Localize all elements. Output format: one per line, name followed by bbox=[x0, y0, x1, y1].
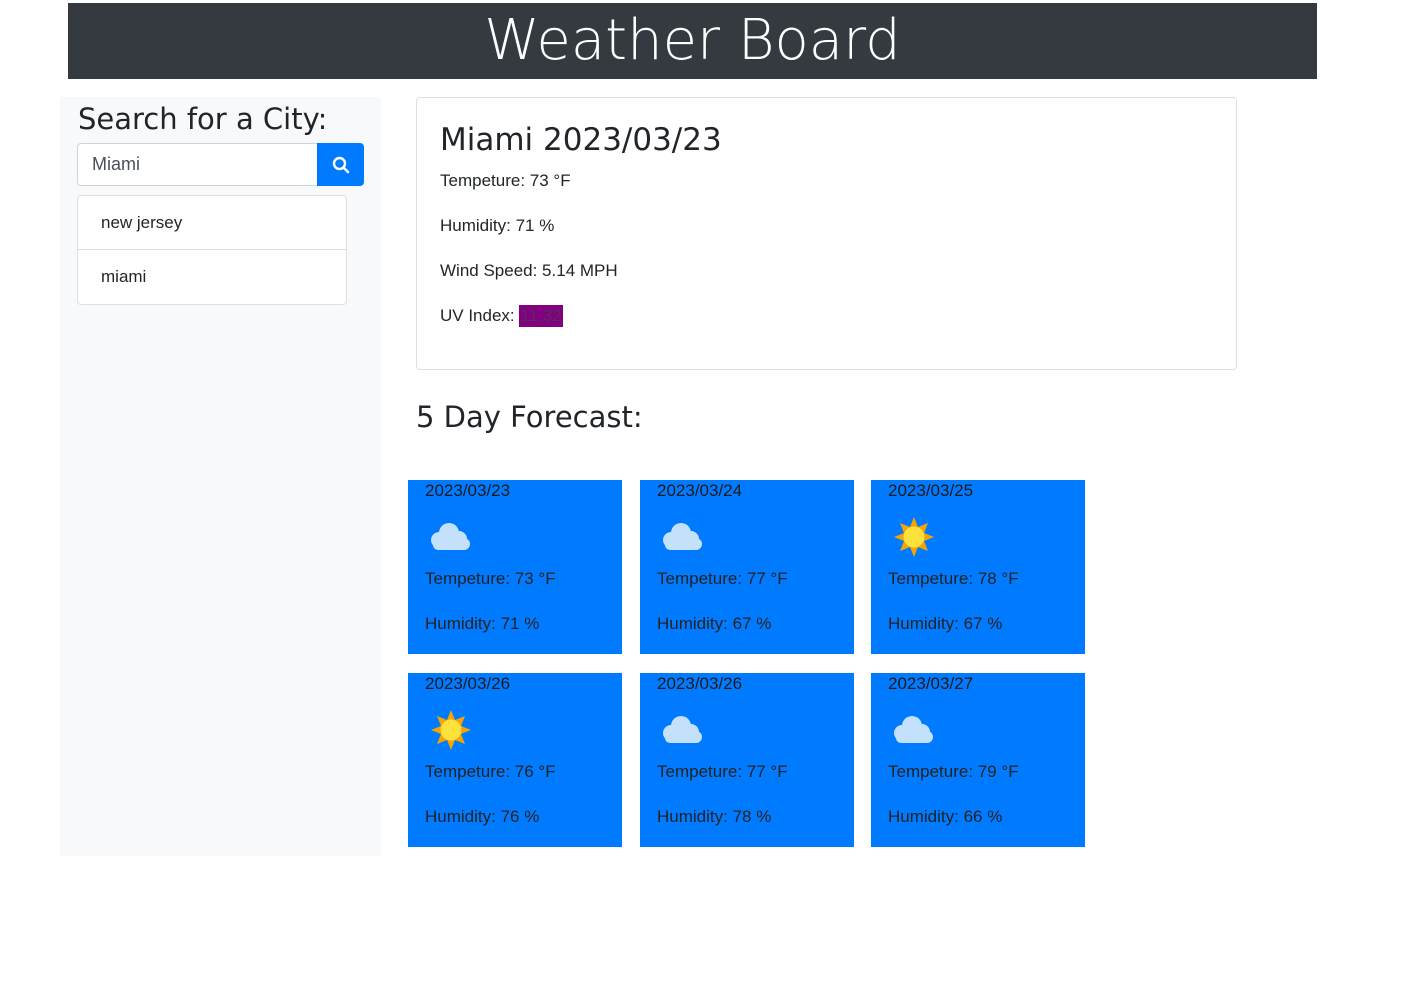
history-item[interactable]: miami bbox=[78, 250, 346, 304]
search-group bbox=[77, 143, 364, 186]
forecast-card: 2023/03/24 Tempeture: 77 °F Humidity: 67… bbox=[640, 480, 854, 654]
forecast-temperature: Tempeture: 73 °F bbox=[425, 569, 556, 588]
sun-icon bbox=[425, 707, 475, 755]
current-uv-index: UV Index: 11.32 bbox=[440, 305, 563, 327]
forecast-card: 2023/03/23 Tempeture: 73 °F Humidity: 71… bbox=[408, 480, 622, 654]
forecast-humidity: Humidity: 67 % bbox=[888, 614, 1003, 633]
search-heading: Search for a City: bbox=[78, 102, 328, 136]
uv-label: UV Index: bbox=[440, 306, 520, 325]
current-wind-speed: Wind Speed: 5.14 MPH bbox=[440, 261, 618, 280]
forecast-humidity: Humidity: 78 % bbox=[657, 807, 772, 826]
cloud-icon bbox=[657, 707, 707, 755]
forecast-date: 2023/03/23 bbox=[425, 481, 511, 500]
uv-badge: 11.32 bbox=[519, 305, 563, 327]
forecast-humidity: Humidity: 76 % bbox=[425, 807, 540, 826]
sun-icon bbox=[888, 514, 938, 562]
search-history-list: new jersey miami bbox=[77, 195, 347, 305]
forecast-date: 2023/03/26 bbox=[425, 674, 511, 693]
forecast-title: 5 Day Forecast: bbox=[416, 400, 643, 434]
forecast-date: 2023/03/25 bbox=[888, 481, 974, 500]
forecast-humidity: Humidity: 66 % bbox=[888, 807, 1003, 826]
forecast-card: 2023/03/25 Tempeture: 78 °F Humidity: 67… bbox=[871, 480, 1085, 654]
forecast-card: 2023/03/26 Tempeture: 77 °F Humidity: 78… bbox=[640, 673, 854, 847]
search-icon bbox=[332, 156, 349, 173]
cloud-icon bbox=[425, 514, 475, 562]
sidebar: Search for a City: new jersey miami bbox=[60, 97, 381, 856]
current-weather-card: Miami 2023/03/23 Tempeture: 73 °F Humidi… bbox=[416, 97, 1237, 370]
forecast-card: 2023/03/26 Tempeture: 76 °F Humidity: 76… bbox=[408, 673, 622, 847]
city-search-input[interactable] bbox=[77, 143, 317, 186]
forecast-date: 2023/03/24 bbox=[657, 481, 743, 500]
current-temperature: Tempeture: 73 °F bbox=[440, 171, 571, 190]
forecast-temperature: Tempeture: 76 °F bbox=[425, 762, 556, 781]
cloud-icon bbox=[657, 514, 707, 562]
forecast-humidity: Humidity: 71 % bbox=[425, 614, 540, 633]
forecast-date: 2023/03/26 bbox=[657, 674, 743, 693]
current-humidity: Humidity: 71 % bbox=[440, 216, 555, 235]
cloud-icon bbox=[888, 707, 938, 755]
app-title: Weather Board bbox=[484, 8, 901, 73]
forecast-card: 2023/03/27 Tempeture: 79 °F Humidity: 66… bbox=[871, 673, 1085, 847]
current-city-date: Miami 2023/03/23 bbox=[440, 122, 722, 158]
forecast-temperature: Tempeture: 77 °F bbox=[657, 569, 788, 588]
search-button[interactable] bbox=[317, 143, 364, 186]
app-header: Weather Board bbox=[68, 3, 1317, 79]
forecast-temperature: Tempeture: 79 °F bbox=[888, 762, 1019, 781]
history-item[interactable]: new jersey bbox=[78, 196, 346, 250]
forecast-temperature: Tempeture: 78 °F bbox=[888, 569, 1019, 588]
forecast-humidity: Humidity: 67 % bbox=[657, 614, 772, 633]
forecast-temperature: Tempeture: 77 °F bbox=[657, 762, 788, 781]
forecast-date: 2023/03/27 bbox=[888, 674, 974, 693]
